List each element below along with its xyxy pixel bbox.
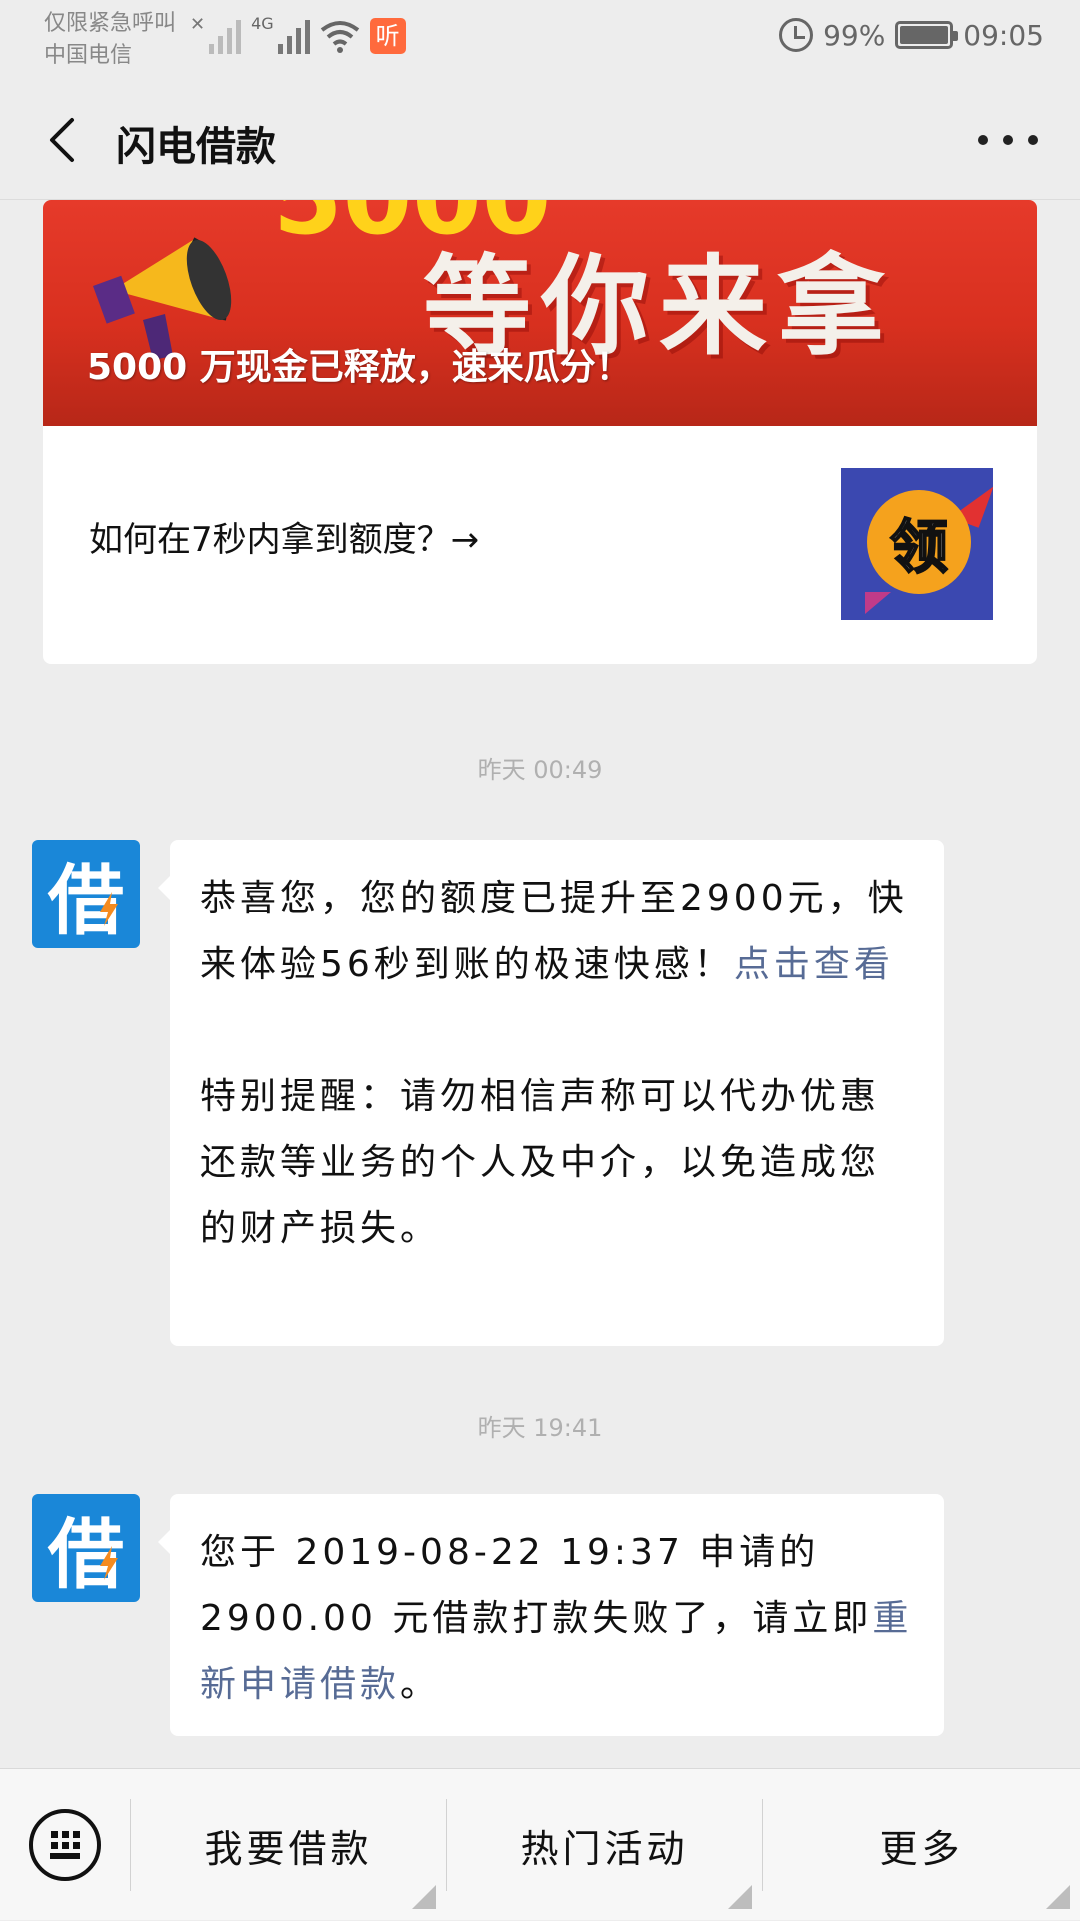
wifi-icon [320, 21, 359, 53]
chat-message: 借 恭喜您，您的额度已提升至2900元，快来体验56秒到账的极速快感！点击查看 … [32, 840, 1042, 1346]
more-options-icon[interactable] [978, 120, 1038, 160]
status-right: 99% 09:05 [779, 18, 1044, 52]
carrier-line-name: 中国电信 [44, 43, 133, 68]
sender-avatar[interactable]: 借 [32, 1494, 140, 1602]
sub-article-item[interactable]: 如何在7秒内拿到额度？→ 领 [43, 426, 1037, 664]
menu-item-label: 我要借款 [204, 1826, 373, 1871]
thumbnail-glyph: 领 [867, 490, 971, 594]
lightning-bolt-icon [100, 1546, 118, 1580]
message-timestamp: 昨天 00:49 [477, 756, 603, 784]
network-type-label: 4G [251, 14, 274, 33]
alarm-icon [779, 18, 814, 52]
carrier-line-emergency: 仅限紧急呼叫 [44, 11, 177, 36]
menu-item-label: 热门活动 [520, 1826, 689, 1871]
back-arrow-icon[interactable] [38, 112, 94, 168]
title-bar: 闪电借款 [0, 80, 1080, 200]
submenu-corner-icon [412, 1885, 436, 1909]
listen-app-icon: 听 [369, 18, 406, 54]
battery-icon [895, 21, 959, 49]
signal-icons: ✕ 4G 听 [190, 14, 406, 54]
keyboard-icon [29, 1809, 101, 1881]
chat-message: 借 您于 2019-08-22 19:37 申请的 2900.00 元借款打款失… [32, 1494, 1042, 1736]
menu-item-borrow[interactable]: 我要借款 [131, 1769, 446, 1921]
menu-item-hot-events[interactable]: 热门活动 [447, 1769, 762, 1921]
submenu-corner-icon [728, 1885, 752, 1909]
sender-avatar[interactable]: 借 [32, 840, 140, 948]
article-banner[interactable]: 5000 等你来拿 5000 万现金已释放，速来瓜分！ [43, 200, 1037, 426]
keyboard-toggle-button[interactable] [0, 1769, 130, 1921]
signal-bars-sim1-icon [209, 18, 242, 54]
message-text-end: 。 [400, 1664, 441, 1705]
message-warning-text: 特别提醒：请勿相信声称可以代办优惠还款等业务的个人及中介，以免造成您的财产损失。 [200, 1076, 881, 1249]
banner-caption: 5000 万现金已释放，速来瓜分！ [87, 347, 632, 388]
message-timestamp: 昨天 19:41 [477, 1414, 603, 1442]
submenu-corner-icon [1046, 1885, 1070, 1909]
battery-percent: 99% [823, 18, 886, 52]
no-signal-x-icon: ✕ [190, 14, 206, 35]
view-details-link[interactable]: 点击查看 [734, 944, 894, 985]
sub-article-thumbnail: 领 [841, 468, 993, 620]
bottom-menu: 我要借款 热门活动 更多 [0, 1768, 1080, 1920]
message-bubble: 恭喜您，您的额度已提升至2900元，快来体验56秒到账的极速快感！点击查看 特别… [158, 840, 944, 1346]
clock: 09:05 [963, 18, 1044, 52]
signal-bars-sim2-icon [277, 18, 310, 54]
page-title: 闪电借款 [116, 124, 276, 170]
status-bar: 仅限紧急呼叫 中国电信 ✕ 4G 听 99% 09:05 [0, 0, 1080, 80]
carrier-info: 仅限紧急呼叫 中国电信 [44, 8, 176, 72]
menu-item-more[interactable]: 更多 [763, 1769, 1080, 1921]
menu-item-label: 更多 [879, 1826, 964, 1871]
message-text: 您于 2019-08-22 19:37 申请的 2900.00 元借款打款失败了… [200, 1532, 873, 1639]
sub-article-title: 如何在7秒内拿到额度？→ [89, 520, 480, 560]
lightning-bolt-icon [100, 892, 118, 926]
article-card[interactable]: 5000 等你来拿 5000 万现金已释放，速来瓜分！ 如何在7秒内拿到额度？→… [43, 200, 1037, 664]
message-bubble: 您于 2019-08-22 19:37 申请的 2900.00 元借款打款失败了… [158, 1494, 944, 1736]
